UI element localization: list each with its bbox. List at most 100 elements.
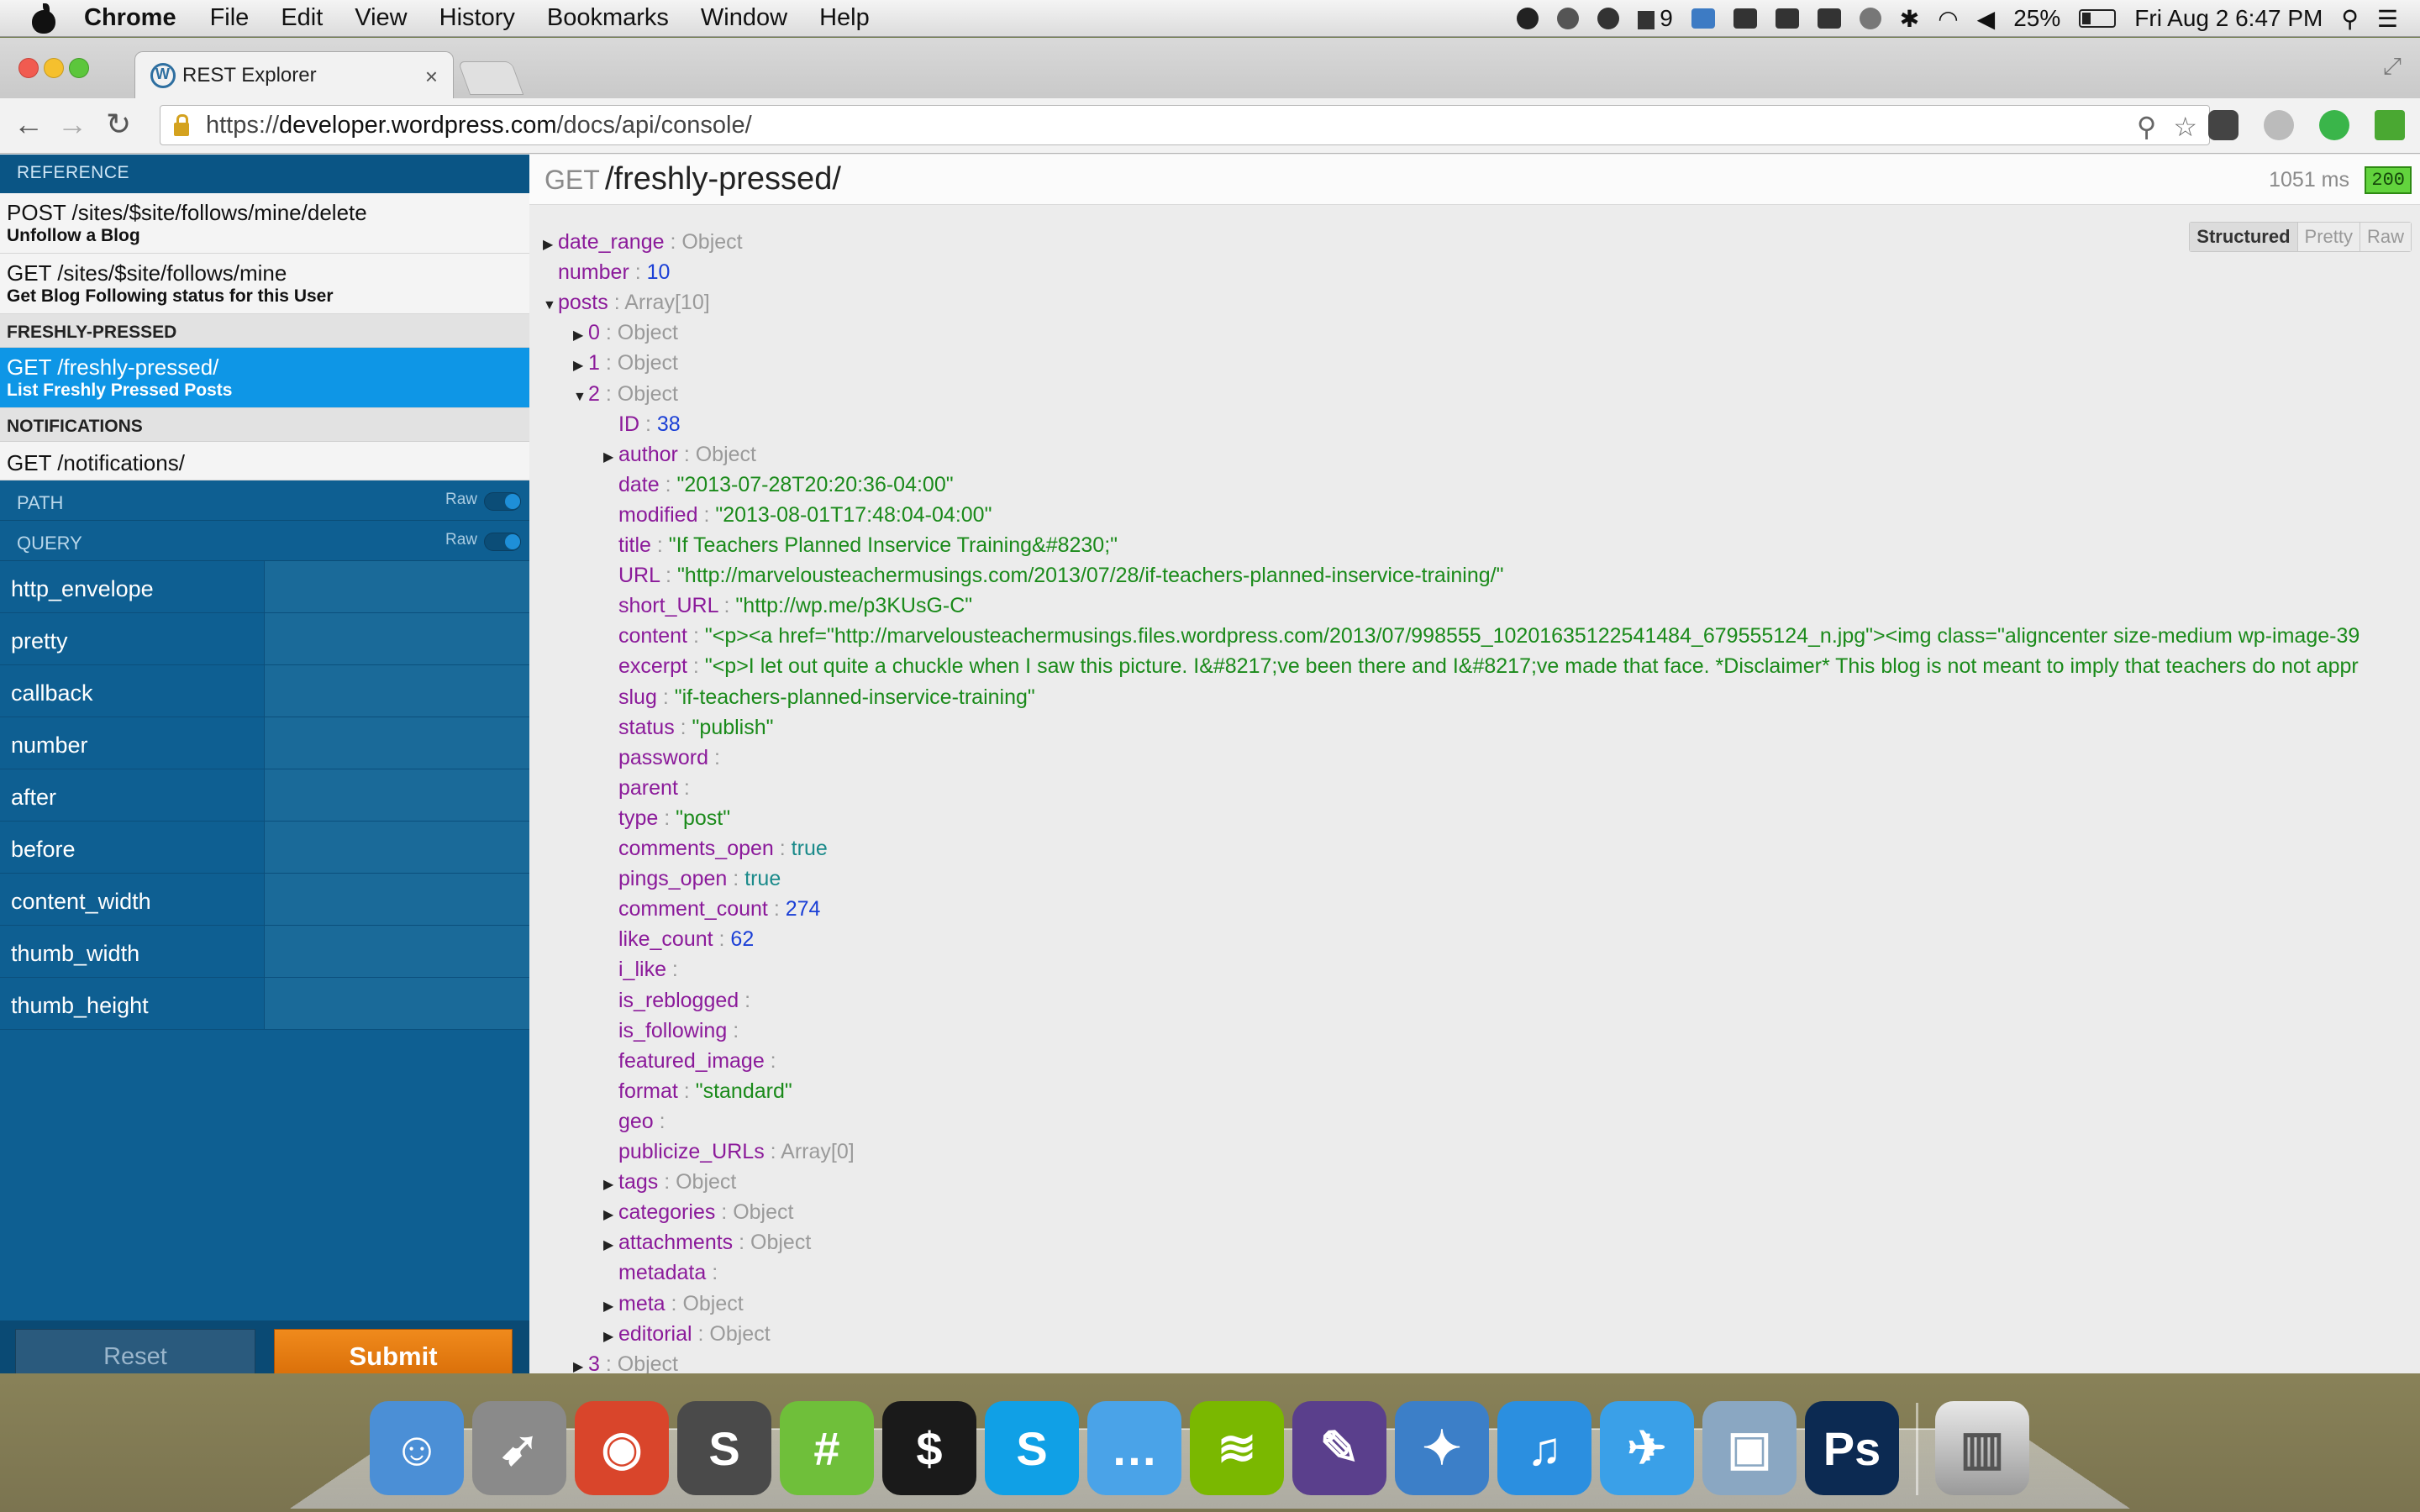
preview-icon[interactable]: ▣ — [1702, 1401, 1797, 1495]
globe-extension-icon[interactable] — [2264, 110, 2294, 140]
lock-icon[interactable] — [172, 114, 191, 136]
param-input-before[interactable] — [264, 822, 529, 873]
endpoint-following-status[interactable]: GET /sites/$site/follows/mine Get Blog F… — [0, 254, 529, 314]
evernote-extension-icon[interactable] — [2319, 110, 2349, 140]
bluetooth-icon[interactable]: ✱ — [1900, 5, 1919, 33]
tree-row-tags[interactable]: ▶ tags : Object — [603, 1167, 736, 1197]
caret-down-icon[interactable]: ▼ — [543, 291, 558, 321]
trash-icon[interactable]: ▥ — [1935, 1401, 2029, 1495]
tree-row-0[interactable]: ▶ 0 : Object — [573, 318, 678, 348]
path-raw-toggle[interactable] — [484, 492, 521, 511]
time-machine-icon[interactable] — [1860, 8, 1881, 29]
endpoint-freshly-pressed[interactable]: GET /freshly-pressed/ List Freshly Press… — [0, 348, 529, 408]
caret-right-icon[interactable]: ▶ — [603, 1170, 618, 1200]
reload-icon[interactable]: ↻ — [106, 107, 131, 142]
caret-right-icon[interactable]: ▶ — [603, 1200, 618, 1231]
sublime-text-icon[interactable]: S — [677, 1401, 771, 1495]
endpoint-notifications[interactable]: GET /notifications/ — [0, 442, 529, 480]
tree-row-1[interactable]: ▶ 1 : Object — [573, 348, 678, 378]
skype-icon[interactable]: S — [985, 1401, 1079, 1495]
caret-right-icon[interactable]: ▶ — [603, 1231, 618, 1261]
menu-file[interactable]: File — [210, 4, 250, 32]
battery-icon[interactable] — [2079, 9, 2116, 28]
tree-row-posts[interactable]: ▼posts : Array[10] — [543, 287, 710, 318]
address-bar[interactable]: https:// developer.wordpress.com /docs/a… — [160, 105, 2210, 145]
notification-center-icon[interactable]: ☰ — [2377, 5, 2398, 33]
bookmark-star-icon[interactable]: ☆ — [2173, 111, 2197, 143]
clock[interactable]: Fri Aug 2 6:47 PM — [2134, 5, 2323, 32]
menu-status-icon[interactable] — [1733, 8, 1757, 29]
menu-edit[interactable]: Edit — [281, 4, 323, 32]
apple-menu-icon[interactable] — [29, 3, 59, 34]
menu-help[interactable]: Help — [819, 4, 870, 32]
caret-right-icon[interactable]: ▶ — [573, 351, 588, 381]
menu-history[interactable]: History — [439, 4, 515, 32]
tree-row-author[interactable]: ▶ author : Object — [603, 439, 756, 470]
itunes-icon[interactable]: ♫ — [1497, 1401, 1591, 1495]
chrome-menu-icon[interactable] — [2375, 110, 2405, 140]
caret-right-icon[interactable]: ▶ — [573, 321, 588, 351]
tree-row-categories[interactable]: ▶ categories : Object — [603, 1197, 793, 1227]
twitter-icon[interactable]: ✈ — [1600, 1401, 1694, 1495]
param-input-callback[interactable] — [264, 665, 529, 717]
param-input-pretty[interactable] — [264, 613, 529, 664]
submit-button[interactable]: Submit — [274, 1329, 513, 1373]
tree-row-date-range[interactable]: ▶ date_range : Object — [543, 227, 743, 257]
caret-right-icon[interactable]: ▶ — [543, 230, 558, 260]
tree-row-meta[interactable]: ▶ meta : Object — [603, 1289, 744, 1319]
airplay-icon[interactable] — [1818, 8, 1841, 29]
param-input-after[interactable] — [264, 769, 529, 821]
search-icon[interactable]: ⚲ — [2137, 111, 2156, 143]
timer-icon[interactable] — [1597, 8, 1619, 29]
param-input-number[interactable] — [264, 717, 529, 769]
dropbox-icon[interactable] — [1691, 8, 1715, 29]
battery-percent[interactable]: 25% — [2013, 5, 2060, 32]
menu-bookmarks[interactable]: Bookmarks — [547, 4, 669, 32]
terminal-icon[interactable]: $ — [882, 1401, 976, 1495]
hashtag-app-icon[interactable]: # — [780, 1401, 874, 1495]
volume-icon[interactable]: ◀ — [1977, 5, 1996, 33]
tree-row-editorial[interactable]: ▶ editorial : Object — [603, 1319, 771, 1349]
tab-close-icon[interactable]: × — [425, 64, 438, 90]
param-input-http-envelope[interactable] — [264, 561, 529, 612]
endpoint-unfollow-blog[interactable]: POST /sites/$site/follows/mine/delete Un… — [0, 193, 529, 254]
safari-like-icon[interactable]: ✦ — [1395, 1401, 1489, 1495]
chrome-icon[interactable]: ◉ — [575, 1401, 669, 1495]
param-input-thumb-height[interactable] — [264, 978, 529, 1029]
caret-right-icon[interactable]: ▶ — [573, 1352, 588, 1373]
caret-right-icon[interactable]: ▶ — [603, 443, 618, 473]
menu-window[interactable]: Window — [701, 4, 787, 32]
display-icon[interactable] — [1776, 8, 1799, 29]
menu-view[interactable]: View — [355, 4, 407, 32]
caret-right-icon[interactable]: ▶ — [603, 1322, 618, 1352]
param-input-content-width[interactable] — [264, 874, 529, 925]
reset-button[interactable]: Reset — [15, 1329, 255, 1373]
gear-status-icon[interactable] — [1557, 8, 1579, 29]
caret-right-icon[interactable]: ▶ — [603, 1292, 618, 1322]
notification-bubble-icon[interactable] — [1517, 8, 1539, 29]
tab-rest-explorer[interactable]: REST Explorer × — [134, 51, 454, 98]
spotlight-search-icon[interactable]: ⚲ — [2341, 5, 2359, 33]
back-arrow-icon[interactable]: ← — [13, 107, 44, 142]
spotify-icon[interactable]: ≋ — [1190, 1401, 1284, 1495]
messages-icon[interactable]: … — [1087, 1401, 1181, 1495]
launchpad-icon[interactable]: ➹ — [472, 1401, 566, 1495]
tree-row-2[interactable]: ▼2 : Object — [573, 379, 678, 409]
photoshop-icon[interactable]: Ps — [1805, 1401, 1899, 1495]
caret-down-icon[interactable]: ▼ — [573, 382, 588, 412]
wifi-icon[interactable]: ◠ — [1938, 5, 1958, 33]
new-tab-button[interactable] — [458, 61, 524, 95]
tree-row-attachments[interactable]: ▶ attachments : Object — [603, 1227, 811, 1257]
finder-icon[interactable]: ☺ — [370, 1401, 464, 1495]
tree-row-3[interactable]: ▶ 3 : Object — [573, 1349, 678, 1373]
forward-arrow-icon[interactable]: → — [57, 107, 87, 142]
pocket-extension-icon[interactable] — [2208, 110, 2238, 140]
minimize-window-button[interactable] — [44, 58, 64, 78]
query-raw-toggle[interactable] — [484, 533, 521, 551]
zoom-window-button[interactable] — [69, 58, 89, 78]
close-window-button[interactable] — [18, 58, 39, 78]
fullscreen-icon[interactable]: ⤢ — [2383, 53, 2402, 81]
param-input-thumb-width[interactable] — [264, 926, 529, 977]
notification-count[interactable]: 9 — [1638, 5, 1673, 32]
menu-app-name[interactable]: Chrome — [84, 4, 176, 32]
